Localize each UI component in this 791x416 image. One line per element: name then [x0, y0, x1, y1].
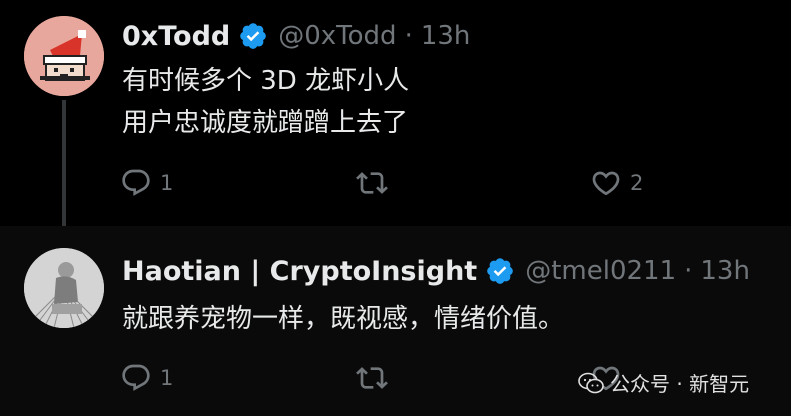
reply-button[interactable]: 1 — [120, 167, 173, 199]
tweet-text: 有时候多个 3D 龙虾小人 用户忠诚度就蹭蹭上去了 — [122, 60, 409, 144]
display-name[interactable]: 0xTodd — [122, 21, 230, 52]
tweet-text-line: 用户忠诚度就蹭蹭上去了 — [122, 108, 409, 138]
reply-icon — [122, 169, 150, 196]
separator-dot: · — [404, 21, 413, 51]
verified-badge-icon — [487, 258, 514, 284]
like-icon — [592, 171, 620, 196]
retweet-button[interactable] — [356, 362, 388, 394]
thinker-statue-avatar-icon — [24, 248, 104, 328]
handle[interactable]: @tmel0211 — [525, 256, 676, 286]
reply-count: 1 — [160, 366, 174, 390]
handle[interactable]: @0xTodd — [278, 21, 396, 51]
reply-icon — [122, 364, 150, 391]
reply-count: 1 — [160, 171, 174, 195]
verified-badge-icon — [240, 23, 267, 49]
tweet-0xtodd[interactable]: 0xTodd @0xTodd · 13h 有时候多个 3D 龙虾小人 用户忠诚度… — [0, 0, 791, 240]
tweet-text-line: 有时候多个 3D 龙虾小人 — [122, 66, 410, 96]
avatar-0xtodd[interactable] — [24, 16, 104, 96]
watermark: 公众号 · 新智元 — [578, 368, 749, 397]
display-name[interactable]: Haotian | CryptoInsight — [122, 256, 477, 287]
reply-button[interactable]: 1 — [120, 362, 173, 394]
separator-dot: · — [684, 256, 693, 286]
retweet-icon — [356, 172, 388, 194]
thread-connector-line — [62, 100, 66, 240]
wechat-icon — [578, 372, 604, 393]
retweet-button[interactable] — [356, 167, 388, 199]
pixel-character-avatar-icon — [24, 16, 104, 96]
timestamp[interactable]: 13h — [700, 256, 750, 286]
avatar-haotian[interactable] — [24, 248, 104, 328]
tweet-header: 0xTodd @0xTodd · 13h — [122, 18, 470, 54]
tweet-text-line: 就跟养宠物一样，既视感，情绪价值。 — [122, 304, 565, 334]
tweet-text: 就跟养宠物一样，既视感，情绪价值。 — [122, 298, 564, 340]
retweet-icon — [356, 367, 388, 389]
like-count: 2 — [630, 171, 644, 195]
watermark-text: 公众号 · 新智元 — [610, 372, 750, 396]
timestamp[interactable]: 13h — [421, 21, 471, 51]
like-button[interactable]: 2 — [590, 167, 643, 199]
tweet-header: Haotian | CryptoInsight @tmel0211 · 13h — [122, 253, 750, 289]
